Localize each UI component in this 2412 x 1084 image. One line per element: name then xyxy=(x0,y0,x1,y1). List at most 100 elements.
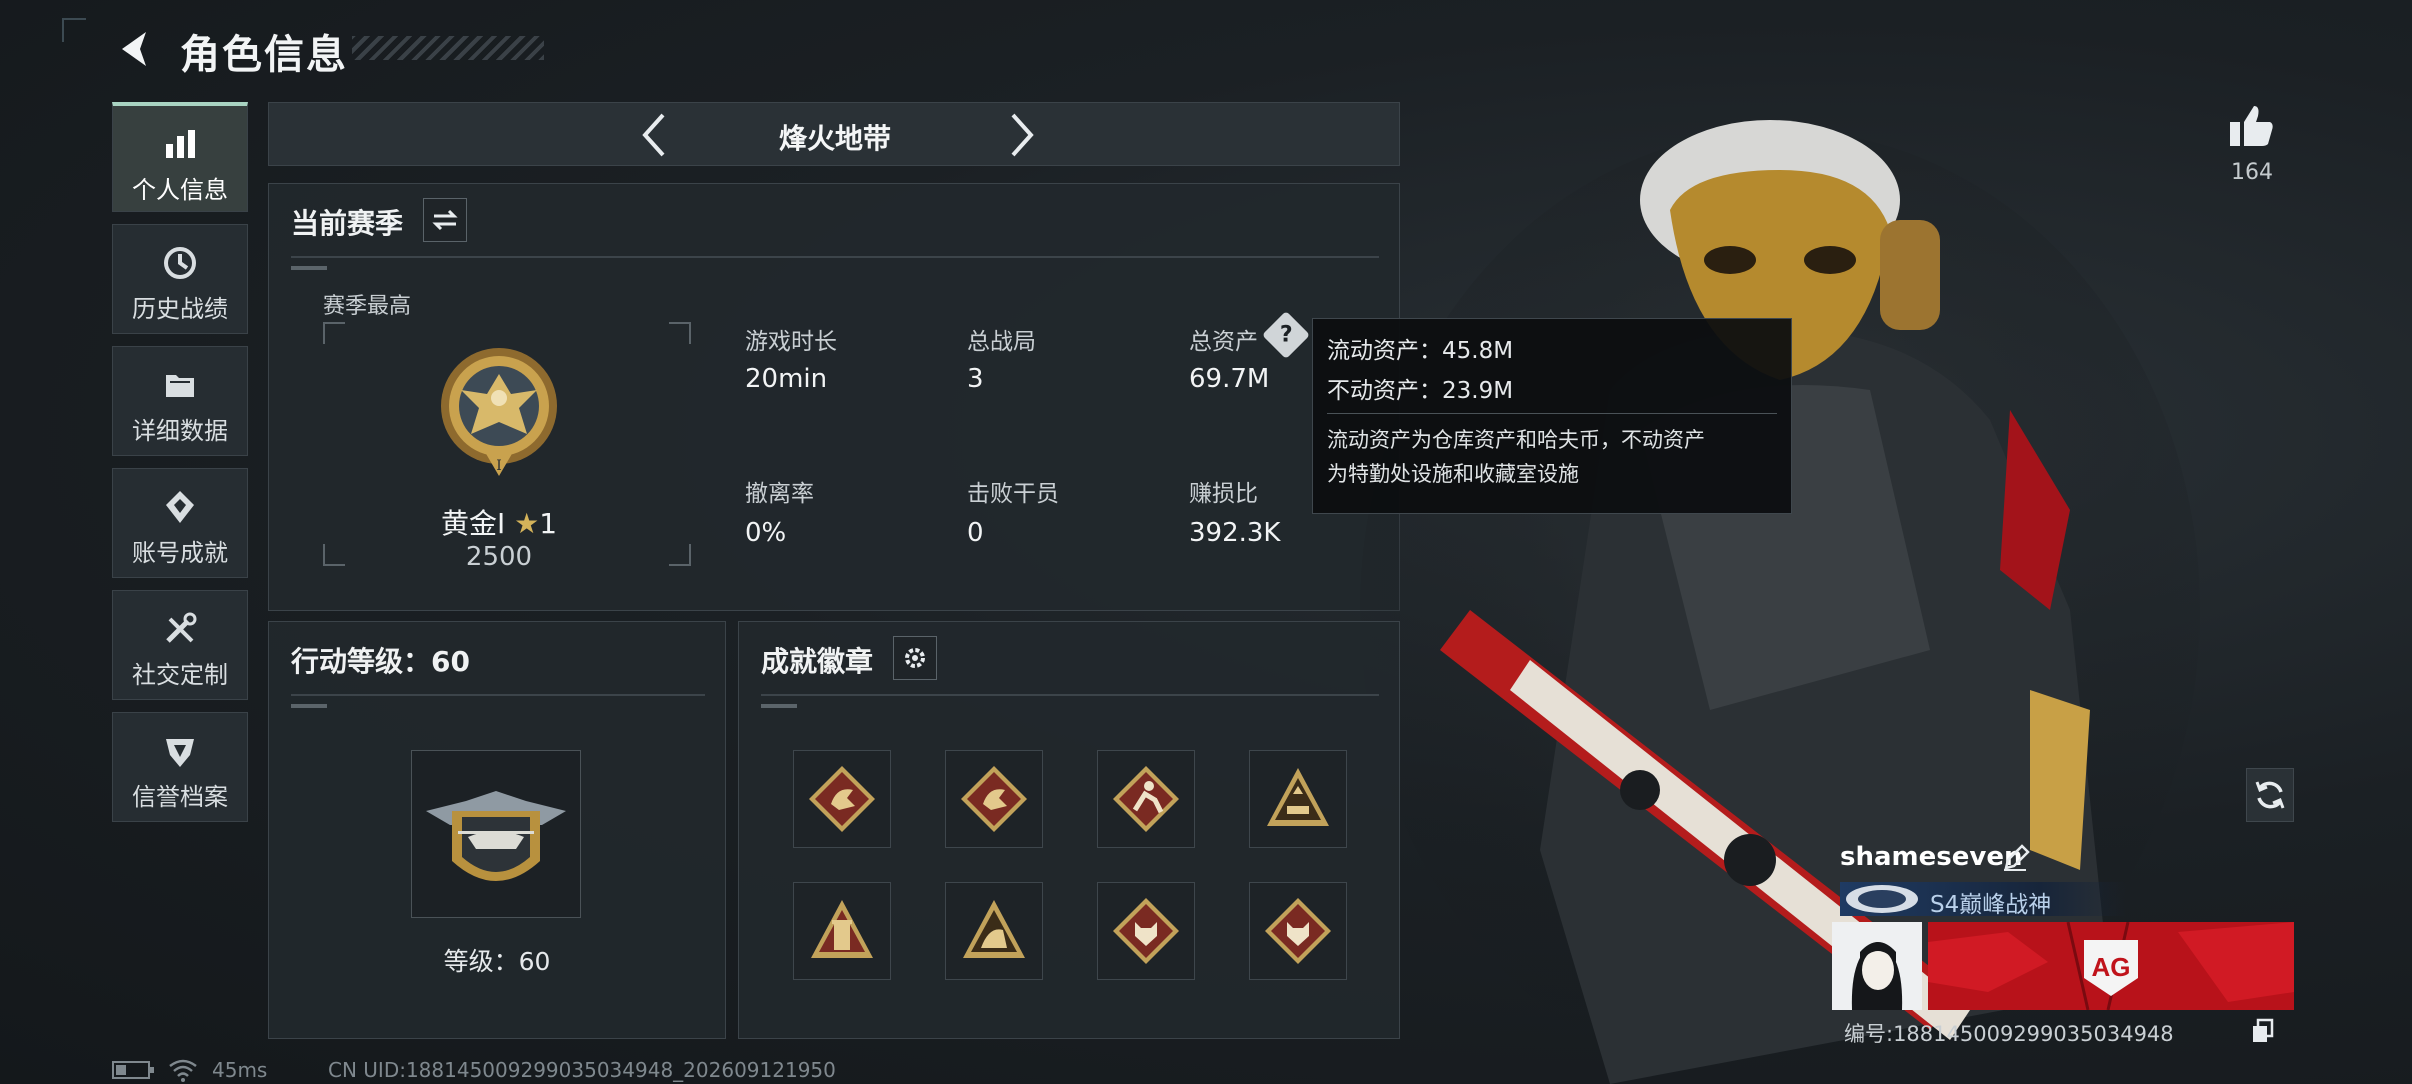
divider xyxy=(761,694,1379,696)
stat-value-profit-ratio: 392.3K xyxy=(1189,518,1281,548)
stat-label-operators-defeated: 击败干员 xyxy=(967,481,1059,507)
sidebar-item-achievements[interactable]: 账号成就 xyxy=(112,468,248,578)
rank-stars: 1 xyxy=(539,507,558,540)
frame-corner xyxy=(323,322,345,344)
back-arrow-icon[interactable] xyxy=(112,26,158,72)
badges-settings-button[interactable] xyxy=(893,636,937,680)
banner-logo-text: AG xyxy=(2092,952,2131,982)
frame-corner xyxy=(669,322,691,344)
triangle-beast-badge-icon xyxy=(963,900,1025,958)
rotate-model-button[interactable] xyxy=(2246,768,2294,822)
helicopter-shield-icon xyxy=(426,791,566,881)
swap-arrows-icon xyxy=(432,209,458,231)
reputation-icon xyxy=(166,739,194,767)
badge-slot[interactable] xyxy=(1097,750,1195,848)
wolf-diamond-badge-icon xyxy=(1113,898,1179,964)
like-count: 164 xyxy=(2231,160,2273,185)
stat-label-matches: 总战局 xyxy=(967,329,1036,355)
svg-text:I: I xyxy=(496,458,502,474)
season-panel: 当前赛季 赛季最高 I 黄金Ⅰ ★1 2500 游戏时长 20min 总战局 3… xyxy=(268,183,1400,611)
stat-value-total-assets: 69.7M xyxy=(1189,364,1270,394)
sidebar-item-history[interactable]: 历史战绩 xyxy=(112,224,248,334)
badge-slot[interactable] xyxy=(793,750,891,848)
player-profile-card: shameseven S4巅峰战神 AG 编号:1881450092990350… xyxy=(1832,842,2294,1046)
badge-slot[interactable] xyxy=(1097,882,1195,980)
refresh-icon xyxy=(2255,781,2285,809)
divider xyxy=(1327,413,1777,414)
action-level-value: 等级：60 xyxy=(443,947,551,976)
help-icon[interactable]: ? xyxy=(1261,310,1311,360)
triangle-gold-badge-icon xyxy=(1267,768,1329,826)
runner-diamond-badge-icon xyxy=(1113,766,1179,832)
rank-name: 黄金Ⅰ xyxy=(440,507,506,540)
triangle-tower-badge-icon xyxy=(811,900,873,958)
assets-tooltip: 流动资产：45.8M 不动资产：23.9M 流动资产为仓库资产和哈夫币，不动资产… xyxy=(1312,318,1792,514)
divider-accent xyxy=(761,704,797,708)
tooltip-desc-line1: 流动资产为仓库资产和哈夫币，不动资产 xyxy=(1327,428,1705,452)
frame-corner xyxy=(669,544,691,566)
wolf-diamond-badge-icon xyxy=(1265,898,1331,964)
badge-slot[interactable] xyxy=(793,882,891,980)
season-best-label: 赛季最高 xyxy=(323,294,412,319)
dragon-diamond-badge-icon xyxy=(809,766,875,832)
mode-selector-bar: 烽火地带 xyxy=(268,102,1400,166)
wifi-icon xyxy=(169,1059,197,1082)
copy-icon[interactable] xyxy=(2250,1018,2276,1044)
achievement-icon xyxy=(166,491,194,523)
player-uid: 编号:1881450092990350349​48 xyxy=(1844,1022,2174,1046)
banner-art: AG xyxy=(1928,922,2294,1010)
sidebar-item-label: 个人信息 xyxy=(132,176,228,204)
divider xyxy=(291,694,705,696)
stat-value-operators-defeated: 0 xyxy=(967,518,984,548)
battery-icon xyxy=(112,1061,154,1079)
tools-icon xyxy=(166,612,197,643)
action-level-panel: 行动等级：60 等级：60 xyxy=(268,621,726,1039)
stat-value-extract-rate: 0% xyxy=(745,518,787,548)
sidebar-item-social-custom[interactable]: 社交定制 xyxy=(112,590,248,700)
sidebar-item-label: 详细数据 xyxy=(132,417,228,445)
thumbs-up-icon[interactable] xyxy=(2226,100,2278,152)
sidebar-item-label: 历史战绩 xyxy=(132,295,228,323)
tooltip-desc-line2: 为特勤处设施和收藏室设施 xyxy=(1327,462,1579,486)
sidebar-item-detail-data[interactable]: 详细数据 xyxy=(112,346,248,456)
gear-icon xyxy=(905,648,925,668)
tooltip-fixed-assets: 不动资产：23.9M xyxy=(1327,378,1514,404)
dragon-diamond-badge-icon xyxy=(961,766,1027,832)
sidebar-item-label: 社交定制 xyxy=(132,661,228,689)
badge-slot[interactable] xyxy=(945,750,1043,848)
title-stripe-decoration xyxy=(352,36,544,60)
username: shameseven xyxy=(1840,842,2023,872)
folder-icon xyxy=(166,375,194,397)
divider-accent xyxy=(291,704,327,708)
season-switch-button[interactable] xyxy=(423,198,467,242)
avatar[interactable] xyxy=(1832,922,1922,1010)
bar-chart-icon xyxy=(166,130,195,158)
stat-label-profit-ratio: 赚损比 xyxy=(1189,481,1258,507)
edit-pencil-icon[interactable] xyxy=(2002,844,2030,872)
ping-value: 45ms xyxy=(212,1058,268,1082)
peak-rank-emblem-icon xyxy=(1846,885,1918,913)
badge-slot[interactable] xyxy=(1249,882,1347,980)
frame-corner xyxy=(323,544,345,566)
stat-label-total-assets: 总资产 xyxy=(1189,329,1258,355)
sidebar-item-label: 信誉档案 xyxy=(132,783,228,811)
stat-label-playtime: 游戏时长 xyxy=(745,329,837,355)
tooltip-liquid-assets: 流动资产：45.8M xyxy=(1327,338,1514,364)
sidebar-item-personal-info[interactable]: 个人信息 xyxy=(112,102,248,212)
badge-slot[interactable] xyxy=(1249,750,1347,848)
badge-slot[interactable] xyxy=(945,882,1043,980)
action-level-title: 行动等级：60 xyxy=(291,645,470,678)
achievement-badges-panel: 成就徽章 xyxy=(738,621,1400,1039)
chevron-right-icon[interactable] xyxy=(997,109,1045,161)
sidebar-item-reputation[interactable]: 信誉档案 xyxy=(112,712,248,822)
mode-name: 烽火地带 xyxy=(778,122,891,155)
history-clock-icon xyxy=(164,247,196,279)
rank-row: 黄金Ⅰ ★1 xyxy=(409,502,589,542)
level-emblem-frame xyxy=(411,750,581,918)
stat-value-matches: 3 xyxy=(967,364,984,394)
divider xyxy=(291,256,1379,258)
stat-value-playtime: 20min xyxy=(745,364,828,394)
rank-score: 2500 xyxy=(465,542,533,572)
star-icon: ★ xyxy=(514,507,540,540)
badges-title: 成就徽章 xyxy=(761,645,874,678)
